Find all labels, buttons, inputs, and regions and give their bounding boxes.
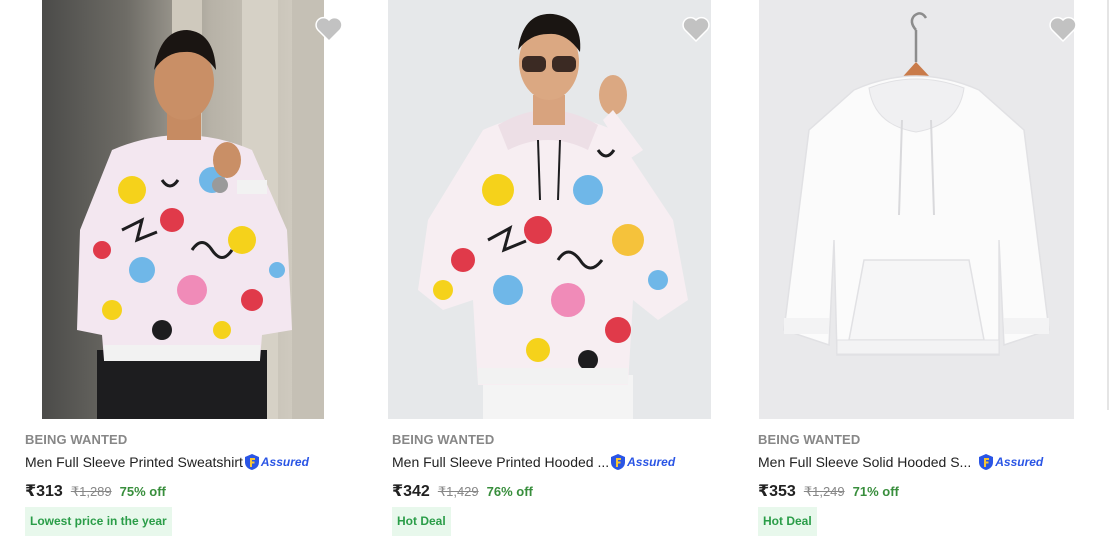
- wishlist-heart-icon[interactable]: [1049, 16, 1077, 43]
- assured-label: Assured: [627, 455, 676, 469]
- assured-badge: Assured: [610, 453, 675, 471]
- selling-price: ₹313: [25, 483, 63, 500]
- assured-shield-icon: [611, 454, 626, 470]
- selling-price: ₹353: [758, 483, 796, 500]
- product-image[interactable]: [42, 0, 324, 419]
- original-price: ₹1,289: [70, 484, 112, 499]
- product-card[interactable]: BEING WANTED Men Full Sleeve Printed Swe…: [25, 0, 365, 544]
- assured-label: Assured: [260, 455, 309, 469]
- wishlist-heart-icon[interactable]: [682, 16, 710, 43]
- product-brand: BEING WANTED: [392, 432, 495, 447]
- product-image[interactable]: [759, 0, 1074, 419]
- discount-percent: 75% off: [119, 484, 166, 499]
- assured-shield-icon: [244, 454, 259, 470]
- selling-price: ₹342: [392, 483, 430, 500]
- deal-badge: Hot Deal: [758, 507, 817, 536]
- product-brand: BEING WANTED: [25, 432, 128, 447]
- assured-badge: Assured: [244, 453, 309, 471]
- assured-badge: Assured: [978, 453, 1043, 471]
- discount-percent: 76% off: [486, 484, 533, 499]
- product-title[interactable]: Men Full Sleeve Printed Hooded ...: [392, 454, 609, 470]
- product-card[interactable]: BEING WANTED Men Full Sleeve Solid Hoode…: [758, 0, 1098, 544]
- product-image[interactable]: [388, 0, 711, 419]
- product-card[interactable]: BEING WANTED Men Full Sleeve Printed Hoo…: [388, 0, 732, 544]
- product-brand: BEING WANTED: [758, 432, 861, 447]
- deal-badge: Hot Deal: [392, 507, 451, 536]
- deal-badge: Lowest price in the year: [25, 507, 172, 536]
- product-title[interactable]: Men Full Sleeve Printed Sweatshirt: [25, 454, 243, 470]
- assured-shield-icon: [979, 454, 994, 470]
- original-price: ₹1,429: [437, 484, 479, 499]
- discount-percent: 71% off: [852, 484, 899, 499]
- assured-label: Assured: [995, 455, 1044, 469]
- product-title[interactable]: Men Full Sleeve Solid Hooded S...: [758, 454, 971, 470]
- original-price: ₹1,249: [803, 484, 845, 499]
- wishlist-heart-icon[interactable]: [315, 16, 343, 43]
